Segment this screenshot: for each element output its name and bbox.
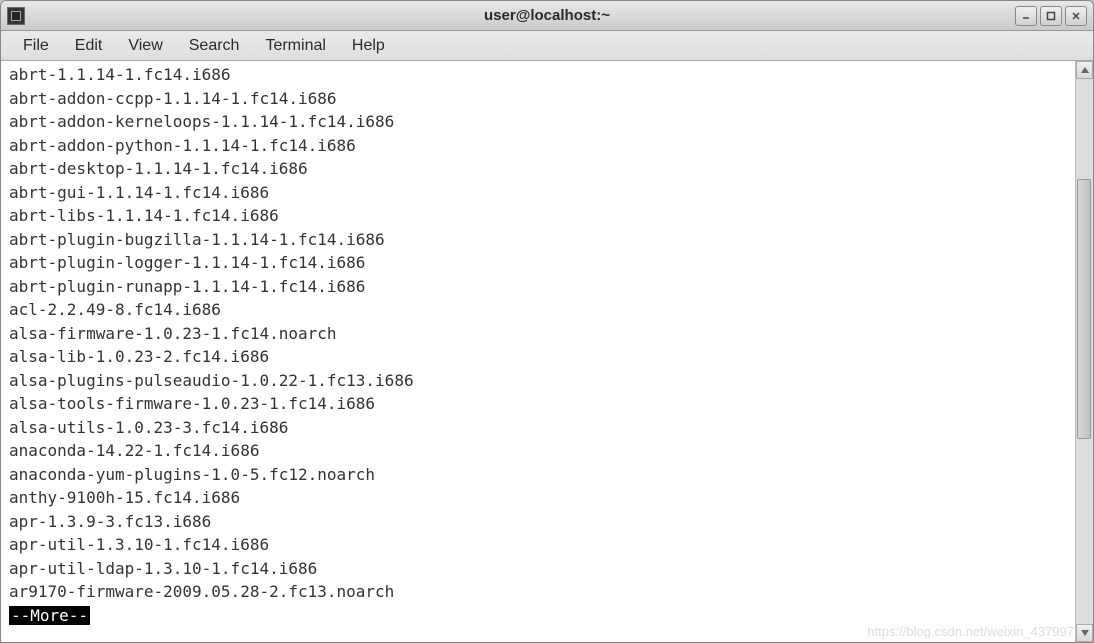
scroll-up-button[interactable]: [1076, 61, 1093, 79]
terminal-line: abrt-plugin-logger-1.1.14-1.fc14.i686: [9, 251, 1067, 275]
titlebar[interactable]: user@localhost:~: [1, 1, 1093, 31]
terminal-app-icon: [7, 7, 25, 25]
terminal-line: anaconda-14.22-1.fc14.i686: [9, 439, 1067, 463]
minimize-button[interactable]: [1015, 6, 1037, 26]
terminal-line: abrt-1.1.14-1.fc14.i686: [9, 63, 1067, 87]
terminal-line: apr-util-1.3.10-1.fc14.i686: [9, 533, 1067, 557]
more-prompt-line: --More--: [9, 604, 1067, 628]
scroll-track[interactable]: [1076, 79, 1093, 624]
terminal-line: alsa-utils-1.0.23-3.fc14.i686: [9, 416, 1067, 440]
terminal-content[interactable]: abrt-1.1.14-1.fc14.i686abrt-addon-ccpp-1…: [1, 61, 1075, 642]
terminal-line: alsa-firmware-1.0.23-1.fc14.noarch: [9, 322, 1067, 346]
window-controls: [1015, 6, 1087, 26]
terminal-line: alsa-plugins-pulseaudio-1.0.22-1.fc13.i6…: [9, 369, 1067, 393]
terminal-line: abrt-plugin-runapp-1.1.14-1.fc14.i686: [9, 275, 1067, 299]
terminal-line: anthy-9100h-15.fc14.i686: [9, 486, 1067, 510]
scroll-thumb[interactable]: [1077, 179, 1091, 439]
terminal-line: abrt-libs-1.1.14-1.fc14.i686: [9, 204, 1067, 228]
menu-terminal[interactable]: Terminal: [253, 33, 337, 59]
scroll-down-button[interactable]: [1076, 624, 1093, 642]
maximize-button[interactable]: [1040, 6, 1062, 26]
close-button[interactable]: [1065, 6, 1087, 26]
menu-file[interactable]: File: [11, 33, 61, 59]
terminal-line: alsa-tools-firmware-1.0.23-1.fc14.i686: [9, 392, 1067, 416]
terminal-line: alsa-lib-1.0.23-2.fc14.i686: [9, 345, 1067, 369]
terminal-line: ar9170-firmware-2009.05.28-2.fc13.noarch: [9, 580, 1067, 604]
menu-view[interactable]: View: [116, 33, 174, 59]
menu-search[interactable]: Search: [177, 33, 252, 59]
terminal-line: acl-2.2.49-8.fc14.i686: [9, 298, 1067, 322]
window-title: user@localhost:~: [484, 7, 610, 24]
more-prompt[interactable]: --More--: [9, 606, 90, 625]
terminal-line: abrt-plugin-bugzilla-1.1.14-1.fc14.i686: [9, 228, 1067, 252]
terminal-line: apr-1.3.9-3.fc13.i686: [9, 510, 1067, 534]
terminal-line: abrt-addon-python-1.1.14-1.fc14.i686: [9, 134, 1067, 158]
terminal-line: apr-util-ldap-1.3.10-1.fc14.i686: [9, 557, 1067, 581]
terminal-line: abrt-addon-ccpp-1.1.14-1.fc14.i686: [9, 87, 1067, 111]
terminal-line: anaconda-yum-plugins-1.0-5.fc12.noarch: [9, 463, 1067, 487]
scrollbar[interactable]: [1075, 61, 1093, 642]
terminal-line: abrt-desktop-1.1.14-1.fc14.i686: [9, 157, 1067, 181]
terminal-line: abrt-addon-kerneloops-1.1.14-1.fc14.i686: [9, 110, 1067, 134]
menu-help[interactable]: Help: [340, 33, 397, 59]
terminal-area: abrt-1.1.14-1.fc14.i686abrt-addon-ccpp-1…: [1, 61, 1093, 642]
terminal-line: abrt-gui-1.1.14-1.fc14.i686: [9, 181, 1067, 205]
terminal-window: user@localhost:~ File Edit View Search T…: [0, 0, 1094, 643]
menubar: File Edit View Search Terminal Help: [1, 31, 1093, 61]
menu-edit[interactable]: Edit: [63, 33, 115, 59]
